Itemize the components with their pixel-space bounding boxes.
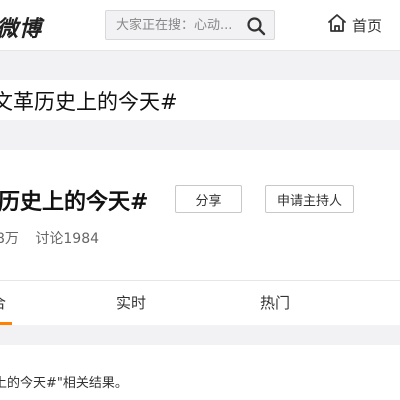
topic-title: 历史上的今天# xyxy=(0,190,149,215)
share-button[interactable]: 分享 xyxy=(175,185,242,213)
weibo-logo[interactable]: 微博 xyxy=(0,11,42,43)
reads-count: 8万 xyxy=(0,231,19,247)
page: 微博 首页 文革历史上的今天# 历史 xyxy=(0,0,400,400)
home-label: 首页 xyxy=(352,16,383,35)
tab-bar: 合 实时 热门 xyxy=(0,280,400,326)
topic-strip: 文革历史上的今天# xyxy=(0,80,400,120)
search-box[interactable] xyxy=(105,10,275,40)
section-divider xyxy=(0,325,400,345)
apply-host-button[interactable]: 申请主持人 xyxy=(265,185,354,213)
search-input[interactable] xyxy=(116,11,244,39)
tab-comprehensive[interactable]: 合 xyxy=(0,281,6,325)
search-result-note: 上的今天#"相关结果。 xyxy=(0,376,128,391)
topic-card: 历史上的今天# 分享 申请主持人 8万 讨论1984 合 实时 热门 上的今天#… xyxy=(0,150,400,400)
tab-hot[interactable]: 热门 xyxy=(260,281,290,325)
tab-realtime[interactable]: 实时 xyxy=(116,281,146,325)
topic-stats: 8万 讨论1984 xyxy=(0,228,111,248)
top-nav-bar: 微博 首页 xyxy=(0,0,400,51)
home-icon xyxy=(326,12,348,38)
topic-strip-title: 文革历史上的今天# xyxy=(0,90,178,114)
discussion-count: 讨论1984 xyxy=(35,231,100,247)
home-link[interactable]: 首页 xyxy=(326,13,382,37)
search-icon[interactable] xyxy=(246,16,266,36)
